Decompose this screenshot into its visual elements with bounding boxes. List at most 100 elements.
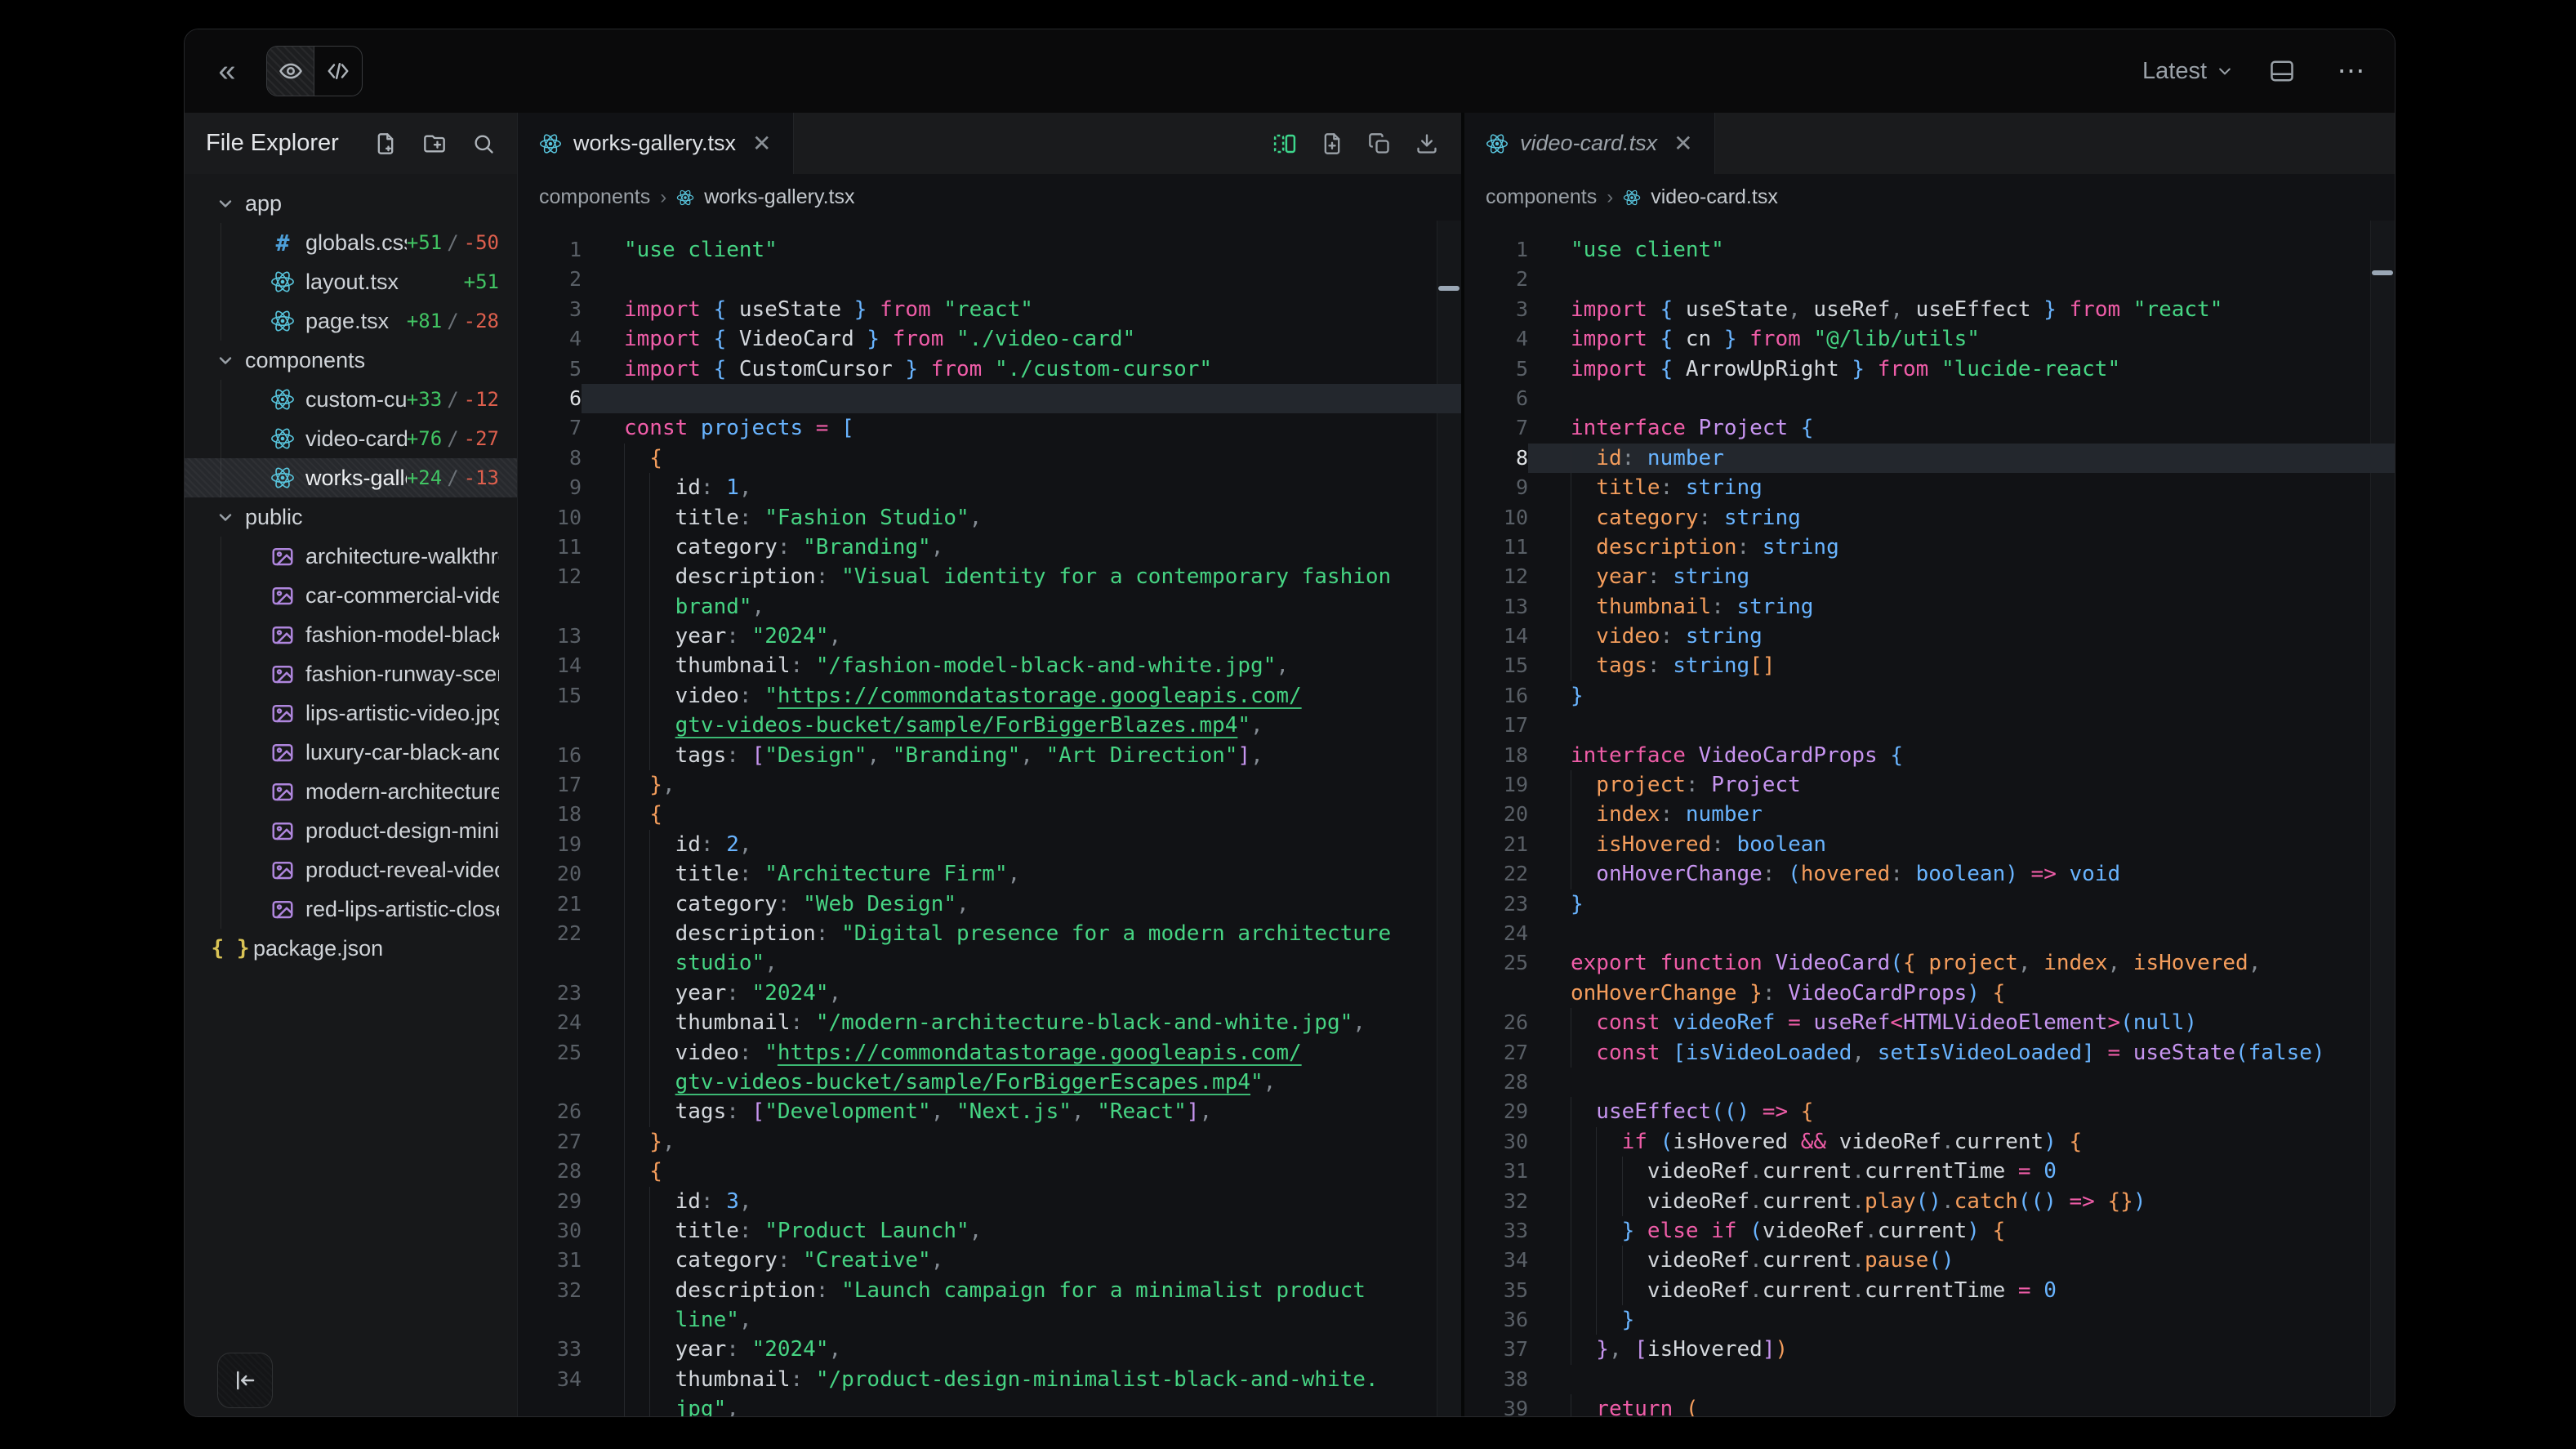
collapse-sidebar-button[interactable] bbox=[217, 1353, 273, 1408]
version-selector[interactable]: Latest bbox=[2142, 58, 2233, 85]
code-line-14: 14thumbnail: "/fashion-model-black-and-w… bbox=[518, 651, 1461, 680]
layout-panel-button[interactable] bbox=[2261, 50, 2303, 92]
code-text bbox=[582, 265, 1461, 294]
code-text: onHoverChange: (hovered: boolean) => voi… bbox=[1528, 859, 2395, 889]
tree-file-luxury-car-black-and[interactable]: luxury-car-black-and-… bbox=[185, 733, 517, 772]
tree-folder-components[interactable]: components bbox=[185, 341, 517, 380]
line-number bbox=[518, 1394, 582, 1416]
indent-guide bbox=[624, 562, 625, 591]
close-icon[interactable]: ✕ bbox=[752, 130, 771, 157]
tree-file-fashion-model-black[interactable]: fashion-model-black-… bbox=[185, 615, 517, 654]
tree-folder-app[interactable]: app bbox=[185, 184, 517, 223]
breadcrumb-left: components › works-gallery.tsx bbox=[518, 174, 1461, 221]
scrollbar-thumb-right[interactable] bbox=[2372, 270, 2393, 275]
indent-guide bbox=[624, 444, 625, 473]
breadcrumb-file[interactable]: video-card.tsx bbox=[1651, 185, 1778, 209]
tree-file-fashion-runway-scen[interactable]: fashion-runway-scen… bbox=[185, 654, 517, 693]
close-icon[interactable]: ✕ bbox=[1674, 130, 1692, 157]
eye-icon bbox=[279, 59, 303, 83]
code-line-11: 11description: string bbox=[1464, 533, 2395, 562]
code-line-18: 18{ bbox=[518, 800, 1461, 829]
tree-file-video-card.tsx[interactable]: video-card.tsx+76/-27 bbox=[185, 419, 517, 458]
tree-file-red-lips-artistic-close[interactable]: red-lips-artistic-close… bbox=[185, 889, 517, 929]
code-line-17: 17 bbox=[1464, 711, 2395, 740]
more-button[interactable]: ⋯ bbox=[2331, 50, 2373, 92]
line-number: 22 bbox=[1464, 859, 1528, 889]
tree-file-package.json[interactable]: { }package.json bbox=[185, 929, 517, 968]
copy-icon[interactable] bbox=[1365, 129, 1394, 158]
line-number: 22 bbox=[518, 919, 582, 948]
tree-folder-public[interactable]: public bbox=[185, 497, 517, 537]
code-line-12: 12description: "Visual identity for a co… bbox=[518, 562, 1461, 591]
code-text: id: number bbox=[1528, 444, 2395, 473]
tree-file-product-reveal-video.j[interactable]: product-reveal-video.j… bbox=[185, 850, 517, 889]
tree-file-modern-architecture[interactable]: modern-architecture-… bbox=[185, 772, 517, 811]
line-number: 11 bbox=[518, 533, 582, 562]
tab-video-card[interactable]: video-card.tsx ✕ bbox=[1464, 113, 1715, 174]
search-icon[interactable] bbox=[470, 130, 497, 158]
tree-file-layout.tsx[interactable]: layout.tsx+51 bbox=[185, 262, 517, 301]
code-text bbox=[1528, 711, 2395, 740]
code-toggle-button[interactable] bbox=[314, 47, 362, 96]
preview-toggle-button[interactable] bbox=[267, 47, 314, 96]
code-text: onHoverChange }: VideoCardProps) { bbox=[1528, 979, 2395, 1008]
code-line-29: 29useEffect(() => { bbox=[1464, 1097, 2395, 1126]
line-number: 26 bbox=[1464, 1008, 1528, 1037]
tree-file-globals.css[interactable]: #globals.css+51/-50 bbox=[185, 223, 517, 262]
code-text: }, bbox=[582, 770, 1461, 800]
code-line-5: 5import { ArrowUpRight } from "lucide-re… bbox=[1464, 354, 2395, 384]
tree-file-page.tsx[interactable]: page.tsx+81/-28 bbox=[185, 301, 517, 341]
line-number: 2 bbox=[518, 265, 582, 294]
code-line-26: 26tags: ["Development", "Next.js", "Reac… bbox=[518, 1097, 1461, 1126]
code-line-21: 21isHovered: boolean bbox=[1464, 830, 2395, 859]
code-text: tags: ["Design", "Branding", "Art Direct… bbox=[582, 741, 1461, 770]
tree-file-product-design-minim[interactable]: product-design-minim… bbox=[185, 811, 517, 850]
tree-file-lips-artistic-video.jpg[interactable]: lips-artistic-video.jpg bbox=[185, 693, 517, 733]
indent-guide bbox=[649, 830, 650, 859]
code-line-8: 8id: number bbox=[1464, 444, 2395, 473]
code-text: useEffect(() => { bbox=[1528, 1097, 2395, 1126]
line-number: 36 bbox=[1464, 1305, 1528, 1335]
new-folder-icon[interactable] bbox=[421, 130, 448, 158]
breadcrumb-folder[interactable]: components bbox=[539, 185, 650, 209]
breadcrumb-folder[interactable]: components bbox=[1486, 185, 1597, 209]
indent-guide bbox=[624, 1216, 625, 1246]
line-number bbox=[518, 948, 582, 978]
code-line-31: 31category: "Creative", bbox=[518, 1246, 1461, 1275]
line-number: 5 bbox=[1464, 354, 1528, 384]
split-editor-icon[interactable] bbox=[1270, 129, 1299, 158]
tab-works-gallery[interactable]: works-gallery.tsx ✕ bbox=[518, 113, 794, 174]
code-area-1: 1"use client"23import { useState, useRef… bbox=[1464, 221, 2395, 1416]
react-icon bbox=[270, 309, 296, 333]
indent-guide bbox=[649, 741, 650, 770]
code-line-25: 25export function VideoCard({ project, i… bbox=[1464, 948, 2395, 978]
collapse-panel-button[interactable]: « bbox=[206, 50, 248, 92]
tree-file-custom-curs[interactable]: custom-curs…+33/-12 bbox=[185, 380, 517, 419]
tree-file-works-galler[interactable]: works-galler…+24/-13 bbox=[185, 458, 517, 497]
code-line-6: 6 bbox=[518, 384, 1461, 413]
new-file-icon[interactable] bbox=[372, 130, 399, 158]
code-line-30: 30if (isHovered && videoRef.current) { bbox=[1464, 1127, 2395, 1157]
line-number: 7 bbox=[1464, 413, 1528, 443]
tree-file-car-commercial-video[interactable]: car-commercial-video… bbox=[185, 576, 517, 615]
indent-guide bbox=[624, 1008, 625, 1037]
add-file-icon[interactable] bbox=[1317, 129, 1347, 158]
indent-guide bbox=[624, 1187, 625, 1216]
code-line-28: 28 bbox=[1464, 1068, 2395, 1097]
tree-file-architecture-walkthro[interactable]: architecture-walkthro… bbox=[185, 537, 517, 576]
breadcrumb-file[interactable]: works-gallery.tsx bbox=[704, 185, 854, 209]
indent-guide bbox=[1622, 1157, 1623, 1186]
editor-pane-left: works-gallery.tsx ✕ bbox=[518, 113, 1461, 1416]
line-number: 6 bbox=[1464, 384, 1528, 413]
indent-guide bbox=[1622, 1276, 1623, 1305]
code-text: }, [isHovered]) bbox=[1528, 1335, 2395, 1364]
code-line-23: 23year: "2024", bbox=[518, 979, 1461, 1008]
code-text: import { cn } from "@/lib/utils" bbox=[1528, 324, 2395, 354]
download-icon[interactable] bbox=[1412, 129, 1442, 158]
code-text: "use client" bbox=[582, 235, 1461, 265]
react-icon bbox=[1486, 132, 1509, 155]
code-line-22: 22description: "Digital presence for a m… bbox=[518, 919, 1461, 948]
scrollbar-thumb-left[interactable] bbox=[1438, 286, 1460, 291]
chevron-right-icon: › bbox=[660, 186, 666, 209]
code-text bbox=[1528, 384, 2395, 413]
